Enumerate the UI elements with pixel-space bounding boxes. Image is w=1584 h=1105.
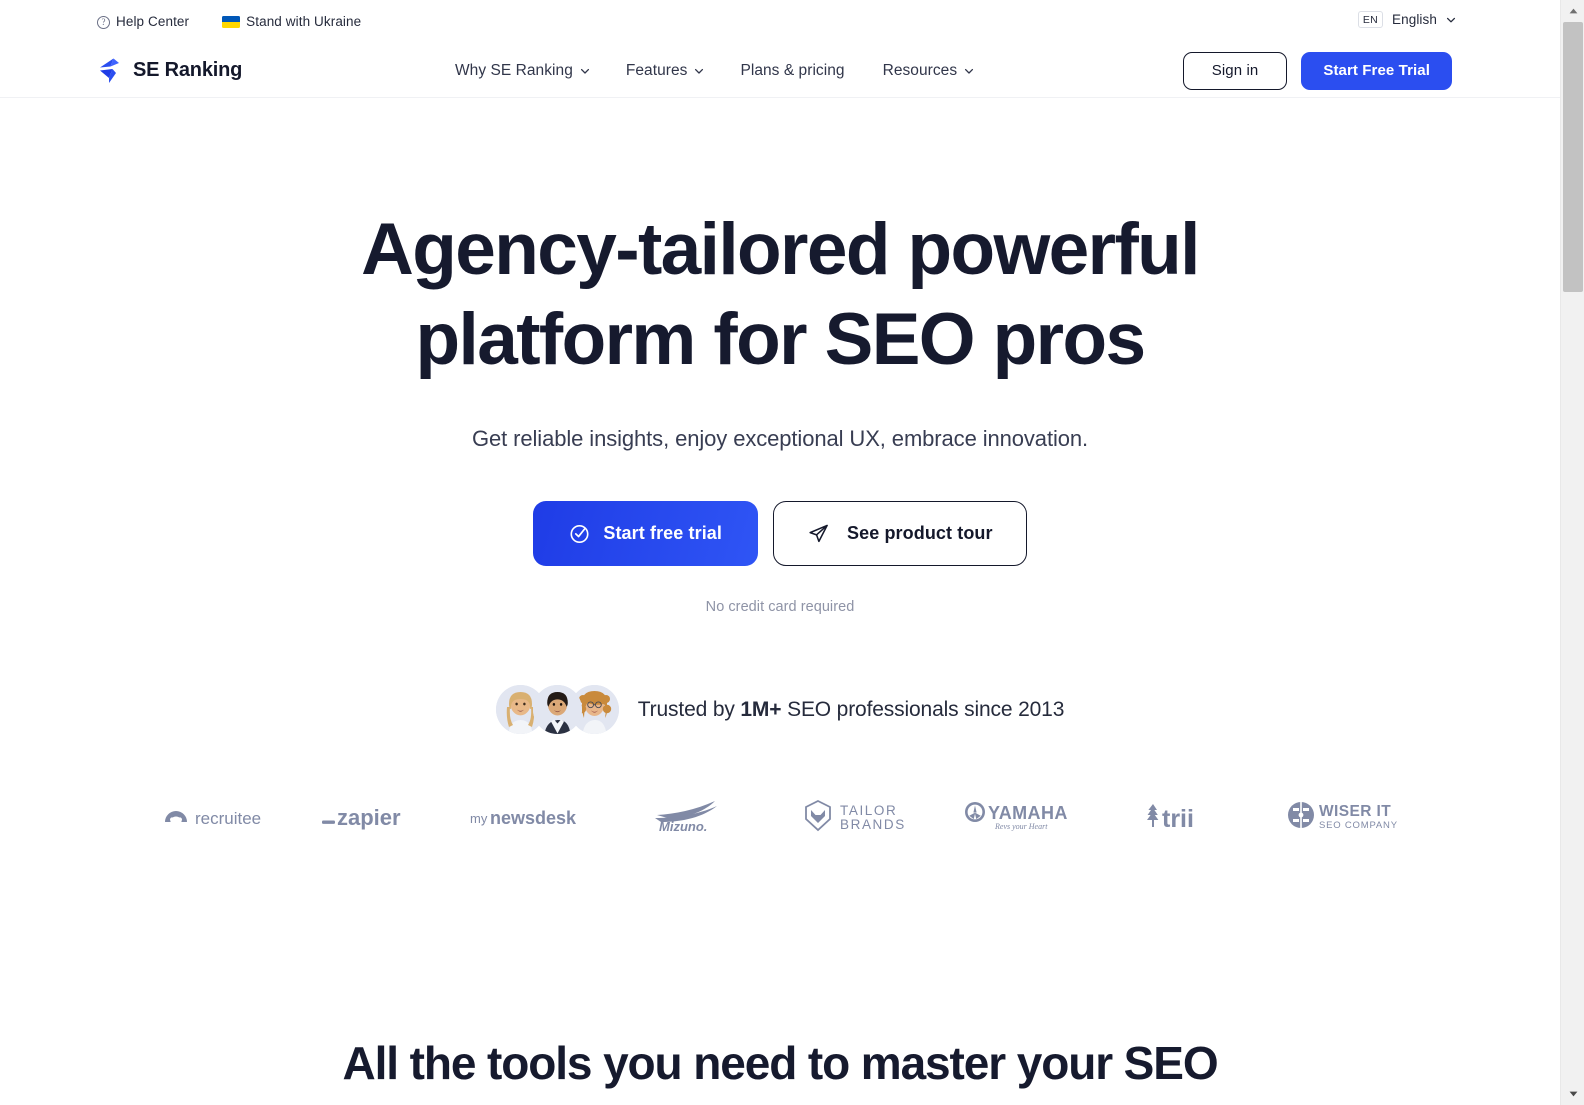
hero-title-line-2: platform for SEO pros [415, 299, 1147, 380]
trusted-suffix: SEO professionals since 2013 [781, 697, 1065, 721]
logo-wiser-it: WISER IT SEO COMPANY [1266, 789, 1428, 843]
trusted-count: 1M+ [740, 697, 782, 721]
logo-recruitee: recruitee [132, 789, 294, 843]
hero-start-free-trial-button[interactable]: Start free trial [533, 501, 759, 566]
start-free-trial-button[interactable]: Start Free Trial [1301, 51, 1452, 90]
svg-text:zapier: zapier [337, 805, 401, 830]
hero-cta-primary-label: Start free trial [603, 523, 723, 543]
svg-text:trii: trii [1162, 805, 1194, 832]
ukraine-flag-icon [222, 16, 241, 28]
hero-section: Agency-tailored powerful platform for SE… [0, 98, 1560, 843]
nav-label: Features [625, 61, 688, 79]
no-credit-card-note: No credit card required [705, 599, 855, 615]
logo-mizuno: Mizuno. [618, 789, 780, 843]
se-ranking-lightning-logo-icon [97, 57, 123, 85]
nav-item-resources[interactable]: Resources [864, 62, 992, 80]
svg-text:newsdesk: newsdesk [490, 808, 577, 828]
vertical-scrollbar[interactable] [1560, 0, 1584, 1105]
svg-text:BRANDS: BRANDS [840, 817, 906, 832]
language-name-label: English [1392, 12, 1437, 27]
chevron-down-icon [1446, 15, 1456, 23]
svg-text:SEO COMPANY: SEO COMPANY [1319, 820, 1398, 831]
customer-logo-strip: recruitee zapier my newsdesk Mizuno. TAI… [0, 789, 1560, 843]
chevron-down-icon [580, 66, 589, 74]
brand-name-label: SE Ranking [133, 59, 243, 81]
chevron-down-icon [964, 66, 974, 74]
svg-text:WISER IT: WISER IT [1319, 803, 1391, 820]
nav-item-why-se-ranking[interactable]: Why SE Ranking [455, 62, 607, 80]
browser-viewport: ? Help Center Stand with Ukraine EN Engl… [0, 0, 1560, 1105]
svg-text:YAMAHA: YAMAHA [988, 803, 1068, 823]
language-selector[interactable]: EN English [1357, 11, 1456, 28]
logo-mynewsdesk: my newsdesk [456, 789, 618, 843]
avatar-group [495, 685, 619, 734]
brand-logo-link[interactable]: SE Ranking [97, 57, 242, 85]
svg-text:my: my [470, 811, 488, 826]
svg-text:Mizuno.: Mizuno. [659, 819, 707, 834]
svg-text:Revs your Heart: Revs your Heart [994, 822, 1048, 831]
hero-subtitle: Get reliable insights, enjoy exceptional… [471, 426, 1089, 451]
sign-in-button[interactable]: Sign in [1182, 51, 1288, 90]
nav-label: Plans & pricing [740, 61, 845, 79]
nav-item-features[interactable]: Features [607, 62, 722, 80]
check-circle-icon [569, 523, 590, 544]
header-actions: Sign in Start Free Trial [1182, 51, 1452, 90]
svg-text:TAILOR: TAILOR [840, 803, 897, 818]
page-root: ? Help Center Stand with Ukraine EN Engl… [0, 0, 1584, 1105]
logo-trii: trii [1104, 789, 1266, 843]
trusted-prefix: Trusted by [637, 697, 741, 721]
hero-see-product-tour-button[interactable]: See product tour [773, 501, 1027, 566]
logo-tailor-brands: TAILOR BRANDS [780, 789, 942, 843]
logo-yamaha: YAMAHA Revs your Heart [942, 789, 1104, 843]
page-title: Agency-tailored powerful platform for SE… [330, 205, 1230, 385]
hero-cta-secondary-label: See product tour [847, 523, 993, 543]
nav-item-plans-pricing[interactable]: Plans & pricing [721, 62, 863, 80]
scroll-down-arrow-icon[interactable] [1561, 1085, 1584, 1103]
scroll-up-arrow-icon[interactable] [1561, 2, 1584, 20]
section-title: All the tools you need to master your SE… [342, 1037, 1218, 1089]
paper-plane-icon [807, 522, 830, 545]
utility-bar: ? Help Center Stand with Ukraine EN Engl… [0, 0, 1560, 44]
tools-section-header: All the tools you need to master your SE… [0, 1035, 1560, 1091]
stand-with-ukraine-label: Stand with Ukraine [246, 14, 362, 30]
help-center-link[interactable]: ? Help Center [97, 15, 189, 29]
trusted-by-text: Trusted by 1M+ SEO professionals since 2… [637, 697, 1065, 722]
trusted-by-row: Trusted by 1M+ SEO professionals since 2… [0, 685, 1560, 734]
hero-title-line-1: Agency-tailored powerful [361, 209, 1200, 290]
nav-label: Why SE Ranking [455, 61, 573, 79]
scrollbar-thumb[interactable] [1563, 22, 1583, 292]
help-center-label: Help Center [116, 14, 190, 30]
avatar [532, 685, 582, 734]
hero-cta-group: Start free trial See product tour [0, 501, 1560, 566]
stand-with-ukraine-link[interactable]: Stand with Ukraine [222, 15, 361, 29]
svg-text:recruitee: recruitee [195, 809, 261, 828]
nav-label: Resources [882, 61, 958, 79]
site-header: SE Ranking Why SE Ranking Features Plans… [0, 44, 1560, 98]
chevron-down-icon [694, 66, 704, 74]
language-code-badge: EN [1357, 11, 1384, 28]
primary-navigation: Why SE Ranking Features Plans & pricing … [455, 62, 991, 80]
logo-zapier: zapier [294, 789, 456, 843]
question-circle-icon: ? [97, 15, 110, 29]
